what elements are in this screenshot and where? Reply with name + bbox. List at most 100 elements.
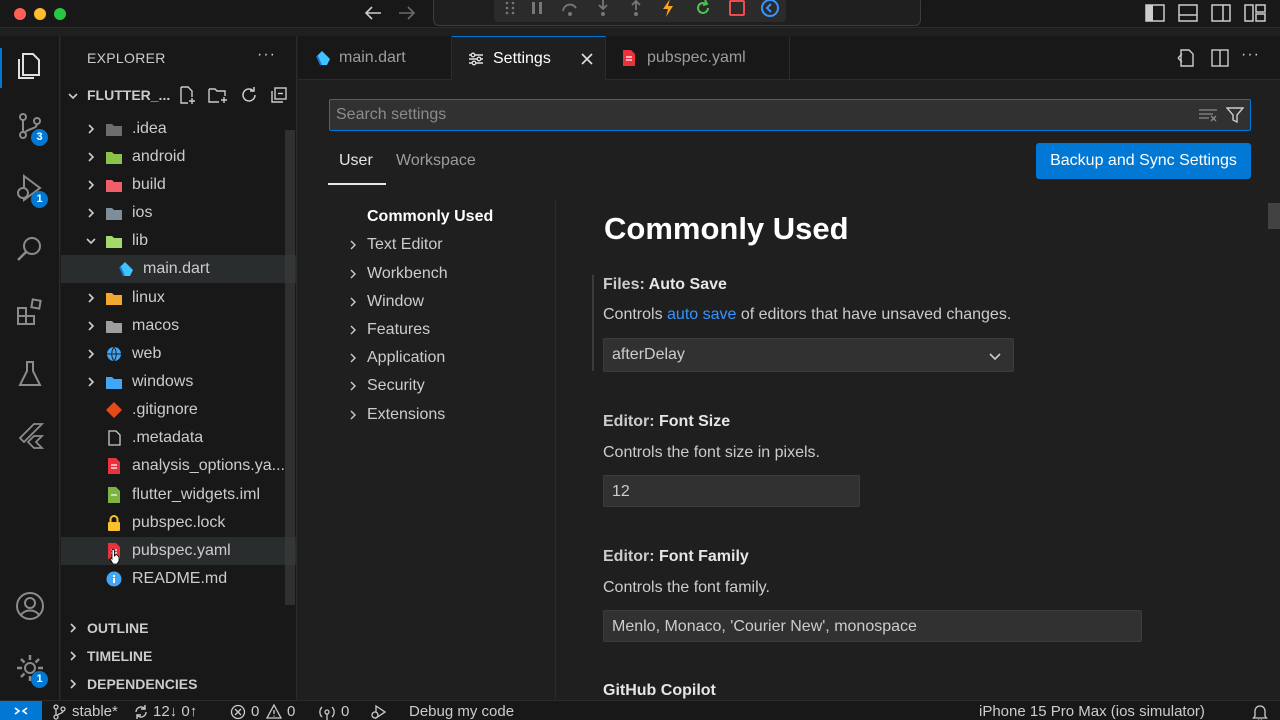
font-size-input[interactable]: 12 (603, 475, 860, 507)
search-icon[interactable] (14, 234, 46, 266)
chevron-right-icon (88, 377, 95, 387)
tree-item-web[interactable]: web (61, 340, 297, 368)
tree-item-readme[interactable]: README.md (61, 565, 297, 593)
forward-arrow-icon[interactable] (397, 5, 417, 21)
error-count[interactable]: 0 (251, 702, 259, 720)
device-selector[interactable]: iPhone 15 Pro Max (ios simulator) (979, 702, 1205, 720)
timeline-section[interactable]: TIMELINE (61, 642, 297, 670)
remote-indicator[interactable] (0, 701, 42, 720)
outline-section[interactable]: OUTLINE (61, 614, 297, 642)
tab-settings[interactable]: Settings (452, 36, 606, 80)
run-debug-icon[interactable]: 1 (14, 172, 48, 208)
explorer-more-button[interactable]: ··· (257, 46, 276, 64)
step-out-icon[interactable] (627, 0, 645, 17)
toggle-panel-icon[interactable] (1178, 4, 1198, 22)
manage-gear-icon[interactable]: 1 (14, 652, 48, 688)
ports-count[interactable]: 0 (341, 702, 349, 720)
search-input[interactable] (336, 103, 1176, 127)
setting-category: Files: (603, 276, 649, 293)
restart-icon[interactable] (694, 0, 712, 17)
tab-label: pubspec.yaml (647, 49, 746, 66)
tree-item-pubspec-yaml[interactable]: pubspec.yaml (61, 537, 297, 565)
toc-label: Workbench (367, 265, 448, 282)
tree-item-flutter-widgets-iml[interactable]: flutter_widgets.iml (61, 481, 297, 509)
back-arrow-icon[interactable] (363, 5, 383, 21)
editor-scrollbar[interactable] (1268, 203, 1280, 229)
window-maximize-button[interactable] (54, 8, 66, 20)
account-icon[interactable] (14, 590, 46, 622)
drag-handle-icon[interactable] (504, 0, 516, 16)
tree-item-analysis-options[interactable]: analysis_options.ya... (61, 452, 297, 480)
clear-filter-icon[interactable] (1198, 107, 1218, 123)
debug-config[interactable]: Debug my code (409, 702, 514, 720)
toc-label: Commonly Used (367, 208, 494, 225)
tree-item-build[interactable]: build (61, 171, 297, 199)
tree-item-label: lib (132, 232, 149, 249)
chevron-right-icon (88, 349, 95, 359)
customize-layout-icon[interactable] (1244, 4, 1266, 22)
new-folder-icon[interactable] (207, 85, 229, 105)
tree-item-label: .gitignore (132, 401, 198, 418)
tree-item-windows[interactable]: windows (61, 368, 297, 396)
tab-main-dart[interactable]: main.dart (298, 36, 452, 80)
tree-item-main-dart[interactable]: main.dart (61, 255, 297, 283)
lock-file-icon (108, 515, 120, 531)
notifications-bell-icon[interactable] (1252, 703, 1268, 720)
window-close-button[interactable] (14, 8, 26, 20)
step-over-icon[interactable] (560, 0, 580, 17)
backup-sync-button[interactable]: Backup and Sync Settings (1036, 143, 1251, 179)
tree-item-gitignore[interactable]: .gitignore (61, 396, 297, 424)
tree-item-ios[interactable]: ios (61, 199, 297, 227)
tree-item-macos[interactable]: macos (61, 312, 297, 340)
dependencies-section[interactable]: DEPENDENCIES (61, 670, 297, 698)
info-file-icon (106, 571, 122, 587)
sidebar-scrollbar[interactable] (285, 130, 295, 605)
stop-icon[interactable] (728, 0, 746, 17)
active-scope-underline (328, 183, 386, 185)
window-minimize-button[interactable] (34, 8, 46, 20)
font-family-input[interactable]: Menlo, Monaco, 'Courier New', monospace (603, 610, 1142, 642)
step-into-icon[interactable] (594, 0, 612, 17)
explorer-icon[interactable] (14, 50, 46, 82)
sync-status[interactable]: 12↓ 0↑ (153, 702, 197, 720)
pause-icon[interactable] (530, 0, 544, 16)
tree-item-linux[interactable]: linux (61, 284, 297, 312)
branch-name[interactable]: stable* (72, 702, 118, 720)
tree-item-label: .metadata (132, 429, 204, 446)
testing-icon[interactable] (14, 358, 46, 390)
collapse-all-icon[interactable] (269, 85, 289, 105)
toggle-secondary-sidebar-icon[interactable] (1211, 4, 1231, 22)
tree-item-metadata[interactable]: .metadata (61, 424, 297, 452)
toggle-sidebar-icon[interactable] (1145, 4, 1165, 22)
tree-item-android[interactable]: android (61, 143, 297, 171)
ports-icon (319, 706, 335, 720)
flutter-icon[interactable] (14, 420, 46, 452)
chevron-right-icon (350, 325, 356, 335)
filter-icon[interactable] (1226, 106, 1244, 124)
setting-font-size-desc: Controls the font size in pixels. (603, 444, 820, 461)
auto-save-dropdown[interactable]: afterDelay (603, 338, 1014, 372)
close-icon[interactable] (580, 52, 594, 66)
tree-item-lib[interactable]: lib (61, 227, 297, 255)
source-control-icon[interactable]: 3 (14, 110, 48, 146)
workspace-folder-header[interactable]: FLUTTER_... (61, 81, 297, 109)
extensions-icon[interactable] (14, 296, 46, 328)
hot-reload-icon[interactable] (660, 0, 676, 18)
yaml-file-icon (108, 458, 120, 474)
more-actions-button[interactable]: ··· (1241, 46, 1260, 64)
open-settings-json-icon[interactable] (1176, 48, 1196, 68)
desc-text: Controls (603, 306, 668, 323)
warning-count[interactable]: 0 (287, 702, 295, 720)
new-file-icon[interactable] (177, 85, 197, 105)
refresh-icon[interactable] (239, 85, 259, 105)
tab-workspace-scope[interactable]: Workspace (396, 152, 476, 170)
auto-save-link[interactable]: auto save (667, 306, 736, 323)
tab-pubspec-yaml[interactable]: pubspec.yaml (606, 36, 790, 80)
devtools-icon[interactable] (760, 0, 780, 18)
tree-item-idea[interactable]: .idea (61, 115, 297, 143)
tree-item-label: web (132, 345, 162, 362)
chevron-right-icon (70, 651, 77, 661)
tree-item-pubspec-lock[interactable]: pubspec.lock (61, 509, 297, 537)
tab-user-scope[interactable]: User (339, 152, 373, 170)
split-editor-icon[interactable] (1210, 48, 1230, 68)
